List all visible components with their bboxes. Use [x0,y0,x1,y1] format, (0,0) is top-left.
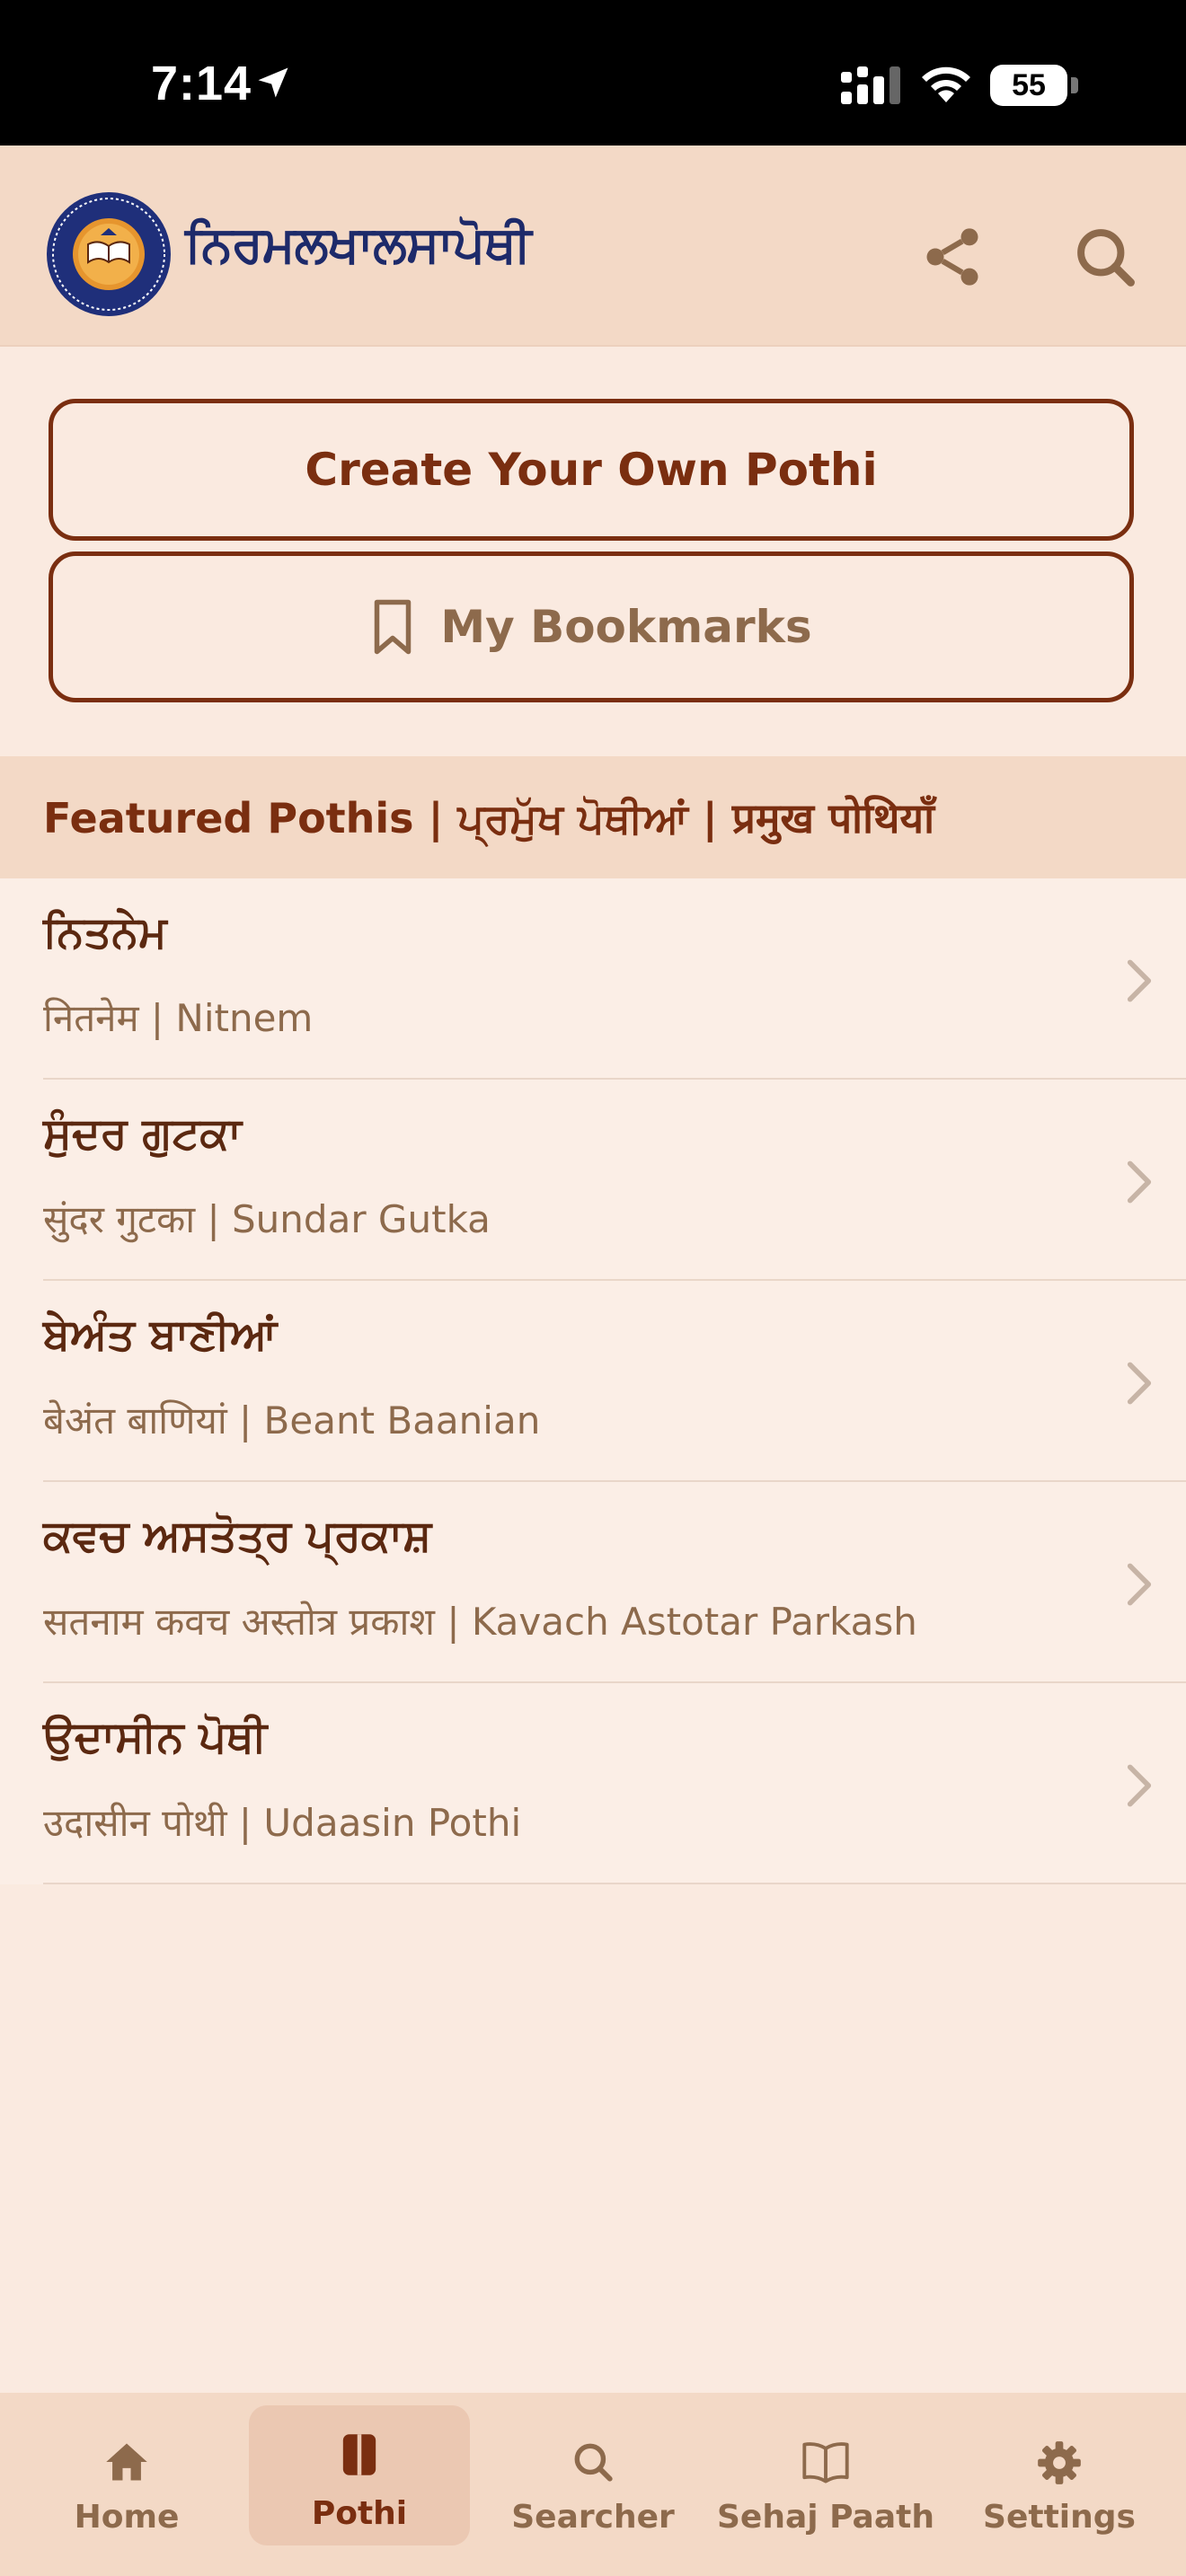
pothi-title: ਉਦਾਸੀਨ ਪੋਥੀ [43,1712,268,1762]
pothi-item-nitnem[interactable]: ਨਿਤਨੇਮ नितनेम | Nitnem [0,878,1186,1080]
tab-label: Home [74,2499,180,2536]
chevron-right-icon [1127,1764,1152,1807]
pothi-subtitle: उदासीन पोथी | Udaasin Pothi [43,1801,522,1845]
chevron-right-icon [1127,959,1152,1002]
tab-label: Pothi [311,2495,408,2532]
tab-sehaj-paath[interactable]: Sehaj Paath [715,2405,936,2545]
pothi-subtitle: नितनेम | Nitnem [43,996,314,1040]
home-icon [106,2443,147,2481]
tab-home[interactable]: Home [16,2405,237,2545]
chevron-right-icon [1127,1362,1152,1405]
search-icon [574,2443,613,2482]
battery-cap [1071,77,1078,93]
open-book-icon [802,2442,849,2483]
pothi-title: ਸੁੰਦਰ ਗੁਟਕਾ [43,1108,242,1159]
tab-settings[interactable]: Settings [949,2405,1170,2545]
pothi-title: ਕਵਚ ਅਸਤੋਤ੍ਰ ਪ੍ਰਕਾਸ਼ [43,1511,432,1561]
logo-seal-icon [47,192,171,316]
chevron-right-icon [1127,1563,1152,1606]
pothi-item-beant-baanian[interactable]: ਬੇਅੰਤ ਬਾਣੀਆਂ बेअंत बाणियां | Beant Baani… [0,1281,1186,1482]
search-button[interactable] [1071,223,1139,291]
status-bar: 7:14 55 [0,0,1186,146]
tab-searcher[interactable]: Searcher [482,2405,704,2545]
tab-pothi[interactable]: Pothi [249,2405,470,2545]
pothi-item-udaasin-pothi[interactable]: ਉਦਾਸੀਨ ਪੋਥੀ उदासीन पोथी | Udaasin Pothi [0,1683,1186,1884]
tab-label: Searcher [511,2499,675,2536]
tab-label: Sehaj Paath [717,2499,934,2536]
app-logo-text: ਨਿਰਮਲਖਾਲਸਾਪੋਥੀ [185,216,532,274]
pothi-title: ਬੇਅੰਤ ਬਾਣੀਆਂ [43,1310,278,1360]
wifi-icon [922,66,970,102]
tab-label: Settings [983,2499,1136,2536]
pothi-subtitle: सतनाम कवच अस्तोत्र प्रकाश | Kavach Astot… [43,1600,917,1644]
book-icon [342,2434,376,2475]
my-bookmarks-button[interactable]: My Bookmarks [49,551,1134,702]
my-bookmarks-label: My Bookmarks [440,601,812,653]
create-pothi-label: Create Your Own Pothi [305,444,878,496]
gear-icon [1038,2441,1081,2484]
bookmark-icon [375,599,412,655]
pothi-title: ਨਿਤਨੇਮ [43,907,167,957]
location-arrow-icon [258,67,288,98]
create-pothi-button[interactable]: Create Your Own Pothi [49,399,1134,541]
pothi-item-sundar-gutka[interactable]: ਸੁੰਦਰ ਗੁਟਕਾ सुंदर गुटका | Sundar Gutka [0,1080,1186,1281]
share-icon [926,228,978,286]
pothi-subtitle: सुंदर गुटका | Sundar Gutka [43,1197,491,1241]
featured-pothi-list: ਨਿਤਨੇਮ नितनेम | Nitnem ਸੁੰਦਰ ਗੁਟਕਾ सुंदर… [0,878,1186,1884]
featured-pothis-heading: Featured Pothis | ਪ੍ਰਮੁੱਖ ਪੋਥੀਆਂ | प्रमु… [0,756,1186,878]
status-time: 7:14 [151,57,252,110]
cellular-signal-icon [841,66,900,104]
bottom-tab-bar: Home Pothi Searcher Sehaj Paath Settings [0,2393,1186,2576]
chevron-right-icon [1127,1160,1152,1204]
share-button[interactable] [918,223,987,291]
pothi-subtitle: बेअंत बाणियां | Beant Baanian [43,1398,541,1442]
battery-indicator: 55 [990,65,1067,106]
pothi-item-kavach-astotar-parkash[interactable]: ਕਵਚ ਅਸਤੋਤ੍ਰ ਪ੍ਰਕਾਸ਼ सतनाम कवच अस्तोत्र प… [0,1482,1186,1683]
search-icon [1077,229,1135,287]
app-header: ਨਿਰਮਲਖਾਲਸਾਪੋਥੀ [0,146,1186,347]
